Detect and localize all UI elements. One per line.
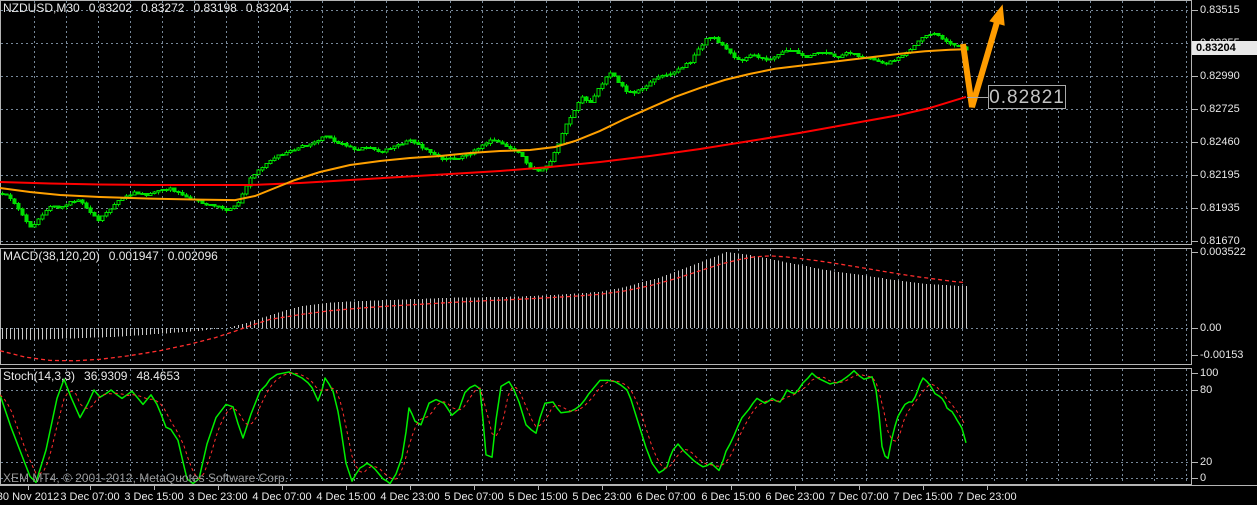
price-axis-label: 80 [1200,384,1213,396]
time-axis-label: 6 Dec 07:00 [636,491,696,503]
time-axis-label: 6 Dec 15:00 [701,491,761,503]
time-axis-label: 5 Dec 15:00 [508,491,568,503]
price-axis-label: -0.00153 [1200,349,1244,361]
time-axis-label: 7 Dec 15:00 [893,491,953,503]
price-axis-label: 20 [1200,456,1213,468]
price-callout-value: 0.82821 [989,87,1065,108]
mt4-chart-window: NZDUSD,M30 0.83202 0.83272 0.83198 0.83204 M… [0,0,1257,505]
price-axis-label: 0.003522 [1200,246,1246,258]
price-callout[interactable]: 0.82821 [988,85,1066,109]
price-axis-label: 0.00 [1200,322,1222,334]
price-axis-label: 100 [1200,367,1219,379]
time-axis-label: 3 Dec 07:00 [60,491,120,503]
time-axis-label: 6 Dec 23:00 [765,491,825,503]
time-axis-label: 4 Dec 23:00 [380,491,440,503]
time-axis-label: 5 Dec 23:00 [572,491,632,503]
price-axis[interactable]: 0.835150.832550.829900.827250.824600.821… [1192,0,1257,485]
current-price-tag: 0.83204 [1192,41,1257,55]
time-axis-label: 30 Nov 2012 [0,491,60,503]
time-axis-label: 3 Dec 15:00 [124,491,184,503]
price-axis-label: 0.81935 [1200,202,1240,214]
price-axis-label: 0.82460 [1200,136,1240,148]
time-axis[interactable]: 30 Nov 2012 3 Dec 07:00 3 Dec 15:00 3 Dec 2… [0,486,1257,505]
price-axis-label: 0.82725 [1200,103,1240,115]
time-axis-label: 5 Dec 07:00 [444,491,504,503]
main-chart-pane[interactable] [0,0,1192,245]
stoch-pane[interactable] [0,368,1192,485]
time-axis-label: 3 Dec 23:00 [188,491,248,503]
price-axis-label: 0.83515 [1200,4,1240,16]
price-axis-label: 0.81670 [1200,235,1240,247]
macd-pane[interactable] [0,248,1192,365]
price-axis-label: 0.82195 [1200,169,1240,181]
time-axis-label: 4 Dec 15:00 [316,491,376,503]
time-axis-label: 4 Dec 07:00 [252,491,312,503]
price-axis-label: 0 [1200,472,1207,484]
time-axis-label: 7 Dec 07:00 [829,491,889,503]
time-axis-label: 7 Dec 23:00 [957,491,1017,503]
price-axis-label: 0.82990 [1200,70,1240,82]
